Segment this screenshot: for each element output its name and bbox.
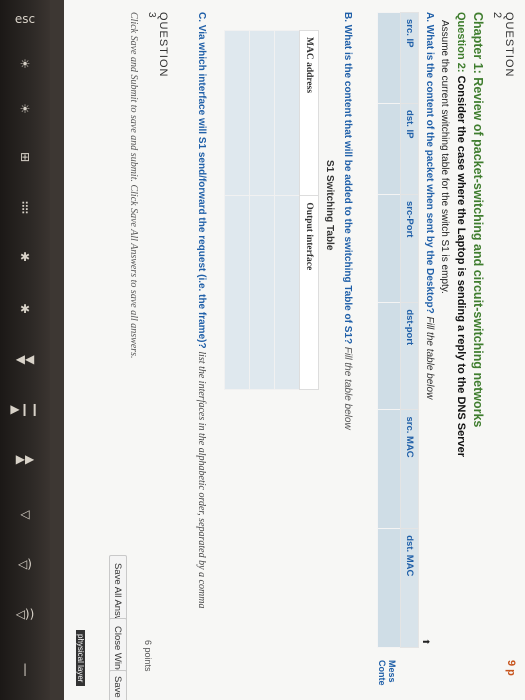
- input-output-interface[interactable]: [224, 195, 250, 390]
- column-output-interface: Output interface: [299, 195, 319, 390]
- kbd-light-down-key[interactable]: ✱: [10, 248, 40, 266]
- rewind-key[interactable]: ◀◀: [10, 350, 40, 368]
- part-c-hint: list the interfaces in the alphabetic or…: [196, 351, 207, 609]
- submit-instructions: Click Save and Submit to save and submit…: [128, 12, 139, 359]
- quiz-page: QUESTION 2 9 p Chapter 1: Review of pack…: [64, 0, 525, 700]
- question-header: QUESTION 2: [491, 12, 515, 77]
- question-label: QUESTION: [503, 12, 515, 78]
- assumption-text: Assume the current switching table for t…: [439, 20, 450, 294]
- column-mac-address: MAC address: [299, 30, 319, 196]
- input-src-port[interactable]: [377, 194, 401, 303]
- part-a-prompt: A. What is the content of the packet whe…: [424, 12, 435, 399]
- part-c-prompt: C. Via which interface will S1 send/forw…: [196, 12, 207, 608]
- packet-content-table: src. IP dst. IP src-Port dst-port src. M…: [377, 12, 419, 648]
- laptop-screen: QUESTION 2 9 p Chapter 1: Review of pack…: [64, 0, 525, 700]
- switching-table: MAC address Output interface: [224, 30, 319, 390]
- column-src-ip: src. IP: [400, 12, 419, 104]
- switching-table-title: S1 Switching Table: [324, 160, 335, 251]
- volume-down-key[interactable]: ◁): [10, 555, 40, 573]
- message-content-link[interactable]: Mess Conte: [377, 660, 397, 700]
- question-number: 2: [491, 12, 503, 20]
- column-dst-mac: dst. MAC: [400, 528, 419, 648]
- question-2-body: Consider the case where the Laptop is se…: [455, 75, 467, 458]
- corner-tag: physical layer: [76, 630, 85, 687]
- input-output-interface[interactable]: [274, 195, 300, 390]
- next-question-label: QUESTION: [157, 12, 169, 78]
- input-dst-mac[interactable]: [377, 528, 401, 648]
- chapter-title: Chapter 1: Review of packet-switching an…: [471, 12, 485, 428]
- input-mac-address[interactable]: [274, 30, 300, 196]
- power-key[interactable]: |: [10, 660, 40, 678]
- kbd-light-up-key[interactable]: ✱: [10, 300, 40, 318]
- part-b-hint: Fill the table below: [342, 346, 353, 430]
- part-c-label: C. Via which interface will S1 send/forw…: [196, 12, 207, 349]
- mute-key[interactable]: ◁: [10, 505, 40, 523]
- launchpad-key[interactable]: ⣿: [10, 198, 40, 216]
- brightness-up-key[interactable]: ☀: [10, 100, 40, 118]
- input-src-mac[interactable]: [377, 409, 401, 529]
- column-src-mac: src. MAC: [400, 409, 419, 529]
- mission-control-key[interactable]: ⊞: [10, 148, 40, 166]
- input-mac-address[interactable]: [224, 30, 250, 196]
- question-2-text: Question 2: Consider the case where the …: [455, 12, 467, 457]
- next-question-points: 6 points: [143, 640, 153, 672]
- part-b-label: B. What is the content that will be adde…: [342, 12, 353, 345]
- part-a-hint: Fill the table below: [424, 316, 435, 400]
- input-mac-address[interactable]: [249, 30, 275, 196]
- play-pause-key[interactable]: ▶❙❙: [10, 400, 40, 418]
- input-dst-ip[interactable]: [377, 103, 401, 195]
- save-button[interactable]: Save: [109, 670, 127, 700]
- input-src-ip[interactable]: [377, 12, 401, 104]
- input-output-interface[interactable]: [249, 195, 275, 390]
- column-src-port: src-Port: [400, 194, 419, 303]
- next-question-number: 3: [146, 12, 157, 19]
- esc-key[interactable]: esc: [10, 10, 40, 28]
- part-a-label: A. What is the content of the packet whe…: [424, 12, 435, 314]
- input-dst-port[interactable]: [377, 302, 401, 410]
- next-question-header: QUESTION 3: [146, 12, 169, 77]
- column-dst-port: dst-port: [400, 302, 419, 410]
- fast-forward-key[interactable]: ▶▶: [10, 450, 40, 468]
- cursor-icon: ⬆: [421, 638, 431, 646]
- laptop-keyboard: esc ☀ ☀ ⊞ ⣿ ✱ ✱ ◀◀ ▶❙❙ ▶▶ ◁ ◁) ◁)) |: [0, 0, 50, 700]
- question-2-label: Question 2:: [455, 12, 467, 73]
- part-b-prompt: B. What is the content that will be adde…: [342, 12, 353, 430]
- column-dst-ip: dst. IP: [400, 103, 419, 195]
- volume-up-key[interactable]: ◁)): [10, 605, 40, 623]
- question-points: 9 p: [505, 660, 517, 676]
- screen-bezel: [50, 0, 64, 700]
- brightness-down-key[interactable]: ☀: [10, 55, 40, 73]
